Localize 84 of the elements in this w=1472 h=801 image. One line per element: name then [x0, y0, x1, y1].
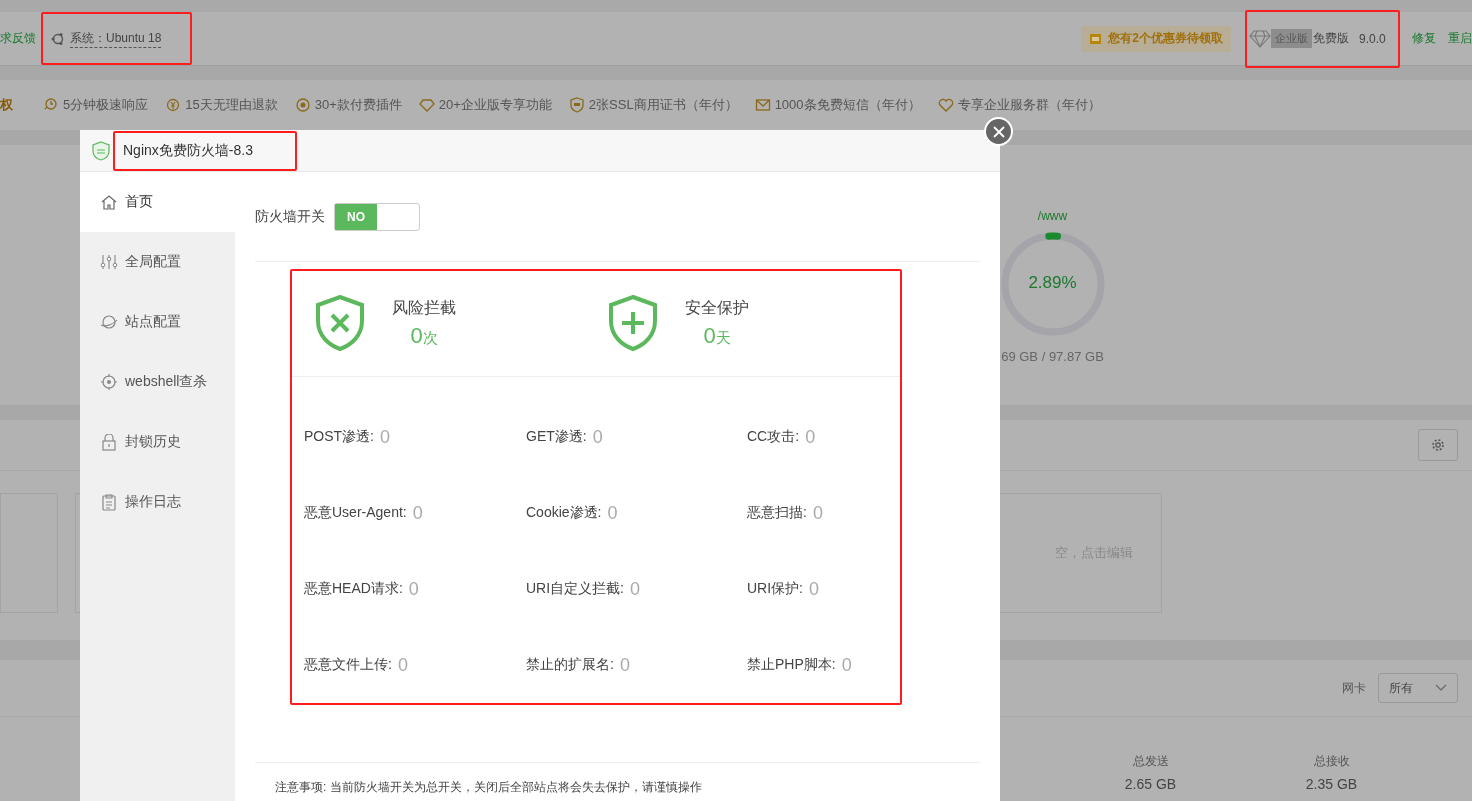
- lock-icon: [100, 433, 118, 451]
- stat-label: Cookie渗透:: [526, 504, 602, 522]
- perk-label: 1000条免费短信（年付）: [774, 96, 921, 114]
- edition-label: 免费版: [1313, 30, 1349, 47]
- firewall-toggle[interactable]: NO: [334, 202, 420, 231]
- stat-value: 0: [380, 426, 391, 448]
- ticket-icon: [1089, 32, 1103, 45]
- traffic-label: 总接收: [1312, 753, 1351, 770]
- network-card-select[interactable]: 所有: [1378, 673, 1458, 703]
- shield-logo-icon: [92, 140, 110, 161]
- summary-title: 安全保护: [685, 298, 749, 318]
- sidebar-item[interactable]: 封锁历史: [80, 412, 235, 472]
- shield-cross-icon: [314, 294, 366, 353]
- traffic-label: 总发送: [1131, 753, 1170, 770]
- summary-value: 0次: [410, 323, 438, 349]
- header-action-link[interactable]: 修复: [1412, 30, 1436, 47]
- perk-label: 5分钟极速响应: [63, 96, 149, 114]
- stat-label: URI自定义拦截:: [526, 580, 624, 598]
- sidebar-item[interactable]: 操作日志: [80, 472, 235, 532]
- stat-value: 0: [408, 578, 419, 600]
- header-action-link[interactable]: 重启: [1448, 30, 1472, 47]
- perk-label: 15天无理由退款: [185, 96, 278, 114]
- sliders-icon: [100, 253, 118, 271]
- stat-value: 0: [812, 502, 823, 524]
- stat-label: 禁止PHP脚本:: [747, 656, 836, 674]
- sidebar-item[interactable]: 首页: [80, 172, 235, 232]
- stat-value: 0: [841, 654, 852, 676]
- stat-value: 0: [607, 502, 618, 524]
- close-icon: [992, 125, 1005, 138]
- disk-percent: 2.89%: [1027, 272, 1078, 293]
- perk-label: 30+款付费插件: [314, 96, 402, 114]
- system-icon: [51, 31, 65, 46]
- coin-icon: [165, 97, 182, 113]
- dialog-title: Nginx免费防火墙-8.3: [123, 141, 253, 160]
- heart-icon: [937, 97, 954, 113]
- stat-label: POST渗透:: [304, 428, 374, 446]
- sidebar-item[interactable]: 全局配置: [80, 232, 235, 292]
- badge-icon: [294, 97, 311, 113]
- perk-label: 20+企业版专享功能: [438, 96, 552, 114]
- settings-icon: [1431, 438, 1445, 452]
- chevron-down-icon: [1435, 684, 1447, 692]
- stat-value: 0: [805, 426, 816, 448]
- stat-label: URI保护:: [747, 580, 803, 598]
- stat-label: 禁止的扩展名:: [526, 656, 614, 674]
- home-icon: [100, 193, 118, 211]
- disk-path-label: /www: [1037, 208, 1068, 223]
- stat-label: CC攻击:: [747, 428, 800, 446]
- stat-label: GET渗透:: [526, 428, 587, 446]
- stat-label: 恶意User-Agent:: [304, 504, 407, 522]
- disk-usage-text: 69 GB / 97.87 GB: [1001, 348, 1104, 364]
- switch-label: 防火墙开关: [255, 207, 325, 226]
- stat-value: 0: [397, 654, 408, 676]
- sidebar-item[interactable]: webshell查杀: [80, 352, 235, 412]
- stat-value: 0: [619, 654, 630, 676]
- sidebar-item[interactable]: 站点配置: [80, 292, 235, 352]
- stat-label: 恶意扫描:: [747, 504, 807, 522]
- stat-label: 恶意HEAD请求:: [304, 580, 403, 598]
- stat-value: 0: [592, 426, 603, 448]
- clock-icon: [43, 97, 59, 113]
- perk-label: 专享企业服务群（年付）: [957, 96, 1101, 114]
- stat-value: 0: [412, 502, 423, 524]
- feedback-link[interactable]: 求反馈: [0, 30, 36, 47]
- perk-label: 2张SSL商用证书（年付）: [588, 96, 738, 114]
- summary-title: 风险拦截: [392, 298, 456, 318]
- stat-label: 恶意文件上传:: [304, 656, 392, 674]
- perk-label: 权: [0, 96, 13, 114]
- network-card-label: 网卡: [1342, 679, 1366, 697]
- stat-value: 0: [809, 578, 819, 600]
- diamond-icon: [1249, 29, 1271, 48]
- summary-value: 0天: [703, 323, 731, 349]
- version-number: 9.0.0: [1359, 31, 1386, 46]
- planet-icon: [100, 313, 118, 331]
- shield-plus-icon: [607, 294, 659, 353]
- shield-icon: [568, 97, 585, 113]
- stat-value: 0: [630, 578, 640, 600]
- traffic-value: 2.65 GB: [1123, 776, 1178, 792]
- note-text: 注意事项: 当前防火墙开关为总开关，关闭后全部站点将会失去保护，请谨慎操作: [255, 762, 980, 796]
- traffic-value: 2.35 GB: [1304, 776, 1359, 792]
- envelope-icon: [754, 97, 771, 113]
- crosshair-icon: [100, 373, 118, 391]
- coupon-text: 您有2个优惠券待领取: [1108, 30, 1223, 47]
- diamond-icon: [418, 97, 435, 113]
- clipboard-icon: [100, 493, 118, 511]
- system-label: 系统：Ubuntu 18: [70, 29, 162, 48]
